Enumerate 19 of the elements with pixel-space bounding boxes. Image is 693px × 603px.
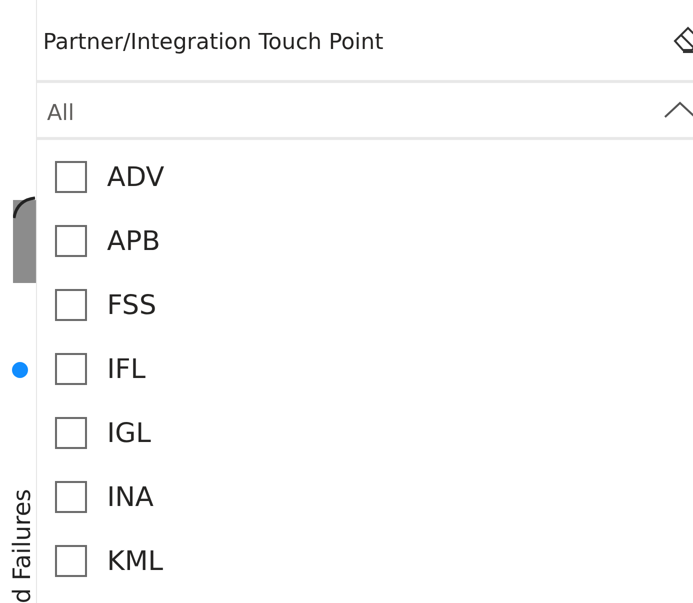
checkbox[interactable] — [55, 545, 87, 577]
option-label[interactable]: IFL — [107, 354, 146, 384]
checkbox[interactable] — [55, 417, 87, 449]
option-label[interactable]: KML — [107, 546, 164, 576]
option-label[interactable]: IGL — [107, 418, 151, 448]
slicer-title: Partner/Integration Touch Point — [43, 28, 384, 54]
option-label[interactable]: INA — [107, 482, 154, 512]
option-label[interactable]: FSS — [107, 290, 156, 320]
dropdown[interactable]: All — [37, 80, 693, 140]
axis-title: d Failures — [10, 488, 34, 603]
checkbox[interactable] — [55, 353, 87, 385]
checkbox[interactable] — [55, 481, 87, 513]
data-point — [12, 362, 28, 378]
option-label[interactable]: APB — [107, 226, 160, 256]
checkbox[interactable] — [55, 161, 87, 193]
checkbox[interactable] — [55, 225, 87, 257]
option-label[interactable]: ADV — [107, 162, 164, 192]
chart-arc — [13, 196, 36, 220]
checkbox[interactable] — [55, 289, 87, 321]
